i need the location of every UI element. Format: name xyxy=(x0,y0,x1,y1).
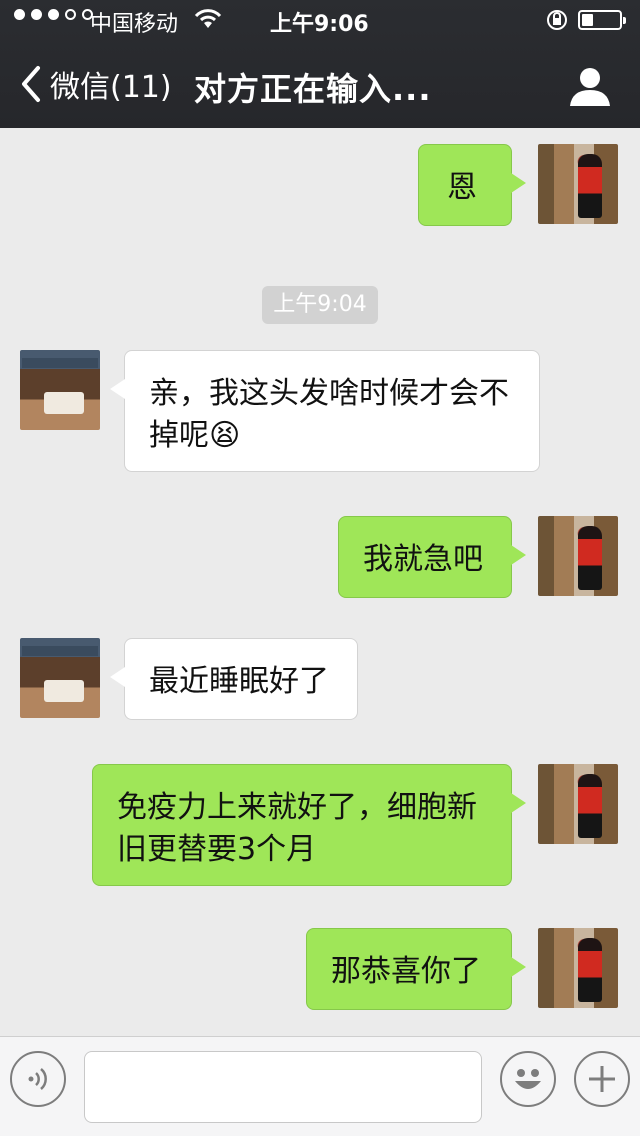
rotation-lock-icon xyxy=(545,9,569,37)
my-avatar[interactable] xyxy=(538,928,618,1008)
profile-icon[interactable] xyxy=(568,64,612,112)
contact-avatar[interactable] xyxy=(20,350,100,430)
message-bubble-sent[interactable]: 免疫力上来就好了，细胞新旧更替要3个月 xyxy=(92,764,526,886)
voice-icon xyxy=(28,1068,47,1090)
message-bubble-received[interactable]: 最近睡眠好了 xyxy=(110,638,358,720)
nav-bar: 微信(11) 对方正在输入... xyxy=(0,44,640,128)
plus-icon xyxy=(589,1066,615,1092)
message-bubble-sent[interactable]: 那恭喜你了 xyxy=(306,928,526,1010)
timestamp: 上午9:04 xyxy=(262,286,378,324)
contact-avatar[interactable] xyxy=(20,638,100,718)
conversation-title: 对方正在输入... xyxy=(194,70,432,108)
my-avatar[interactable] xyxy=(538,764,618,844)
status-bar: 中国移动 上午9:06 xyxy=(0,0,640,40)
message-input[interactable] xyxy=(84,1051,482,1123)
back-button[interactable]: 微信(11) xyxy=(18,62,172,106)
carrier-label: 中国移动 xyxy=(90,12,179,37)
chat-area[interactable]: 恩 上午9:04 亲，我这头发啥时候才会不掉呢😫 我就急吧 最近睡眠好了 免疫力… xyxy=(0,128,640,1036)
message-bubble-sent[interactable]: 我就急吧 xyxy=(338,516,526,598)
my-avatar[interactable] xyxy=(538,516,618,596)
message-bubble-sent[interactable]: 恩 xyxy=(418,144,526,226)
emoji-button[interactable] xyxy=(500,1051,556,1107)
message-bubble-received[interactable]: 亲，我这头发啥时候才会不掉呢😫 xyxy=(110,350,540,472)
status-time: 上午9:06 xyxy=(270,12,369,37)
emoji-icon xyxy=(515,1069,541,1089)
more-options-button[interactable] xyxy=(574,1051,630,1107)
top-bar: 中国移动 上午9:06 微信(11) 对方正在输入... xyxy=(0,0,640,128)
signal-icon xyxy=(14,9,93,20)
input-bar xyxy=(0,1036,640,1136)
back-label: 微信(11) xyxy=(50,70,172,105)
wifi-icon xyxy=(194,8,222,36)
battery-icon xyxy=(578,10,626,30)
back-chevron-icon xyxy=(22,66,40,102)
my-avatar[interactable] xyxy=(538,144,618,224)
voice-input-button[interactable] xyxy=(10,1051,66,1107)
